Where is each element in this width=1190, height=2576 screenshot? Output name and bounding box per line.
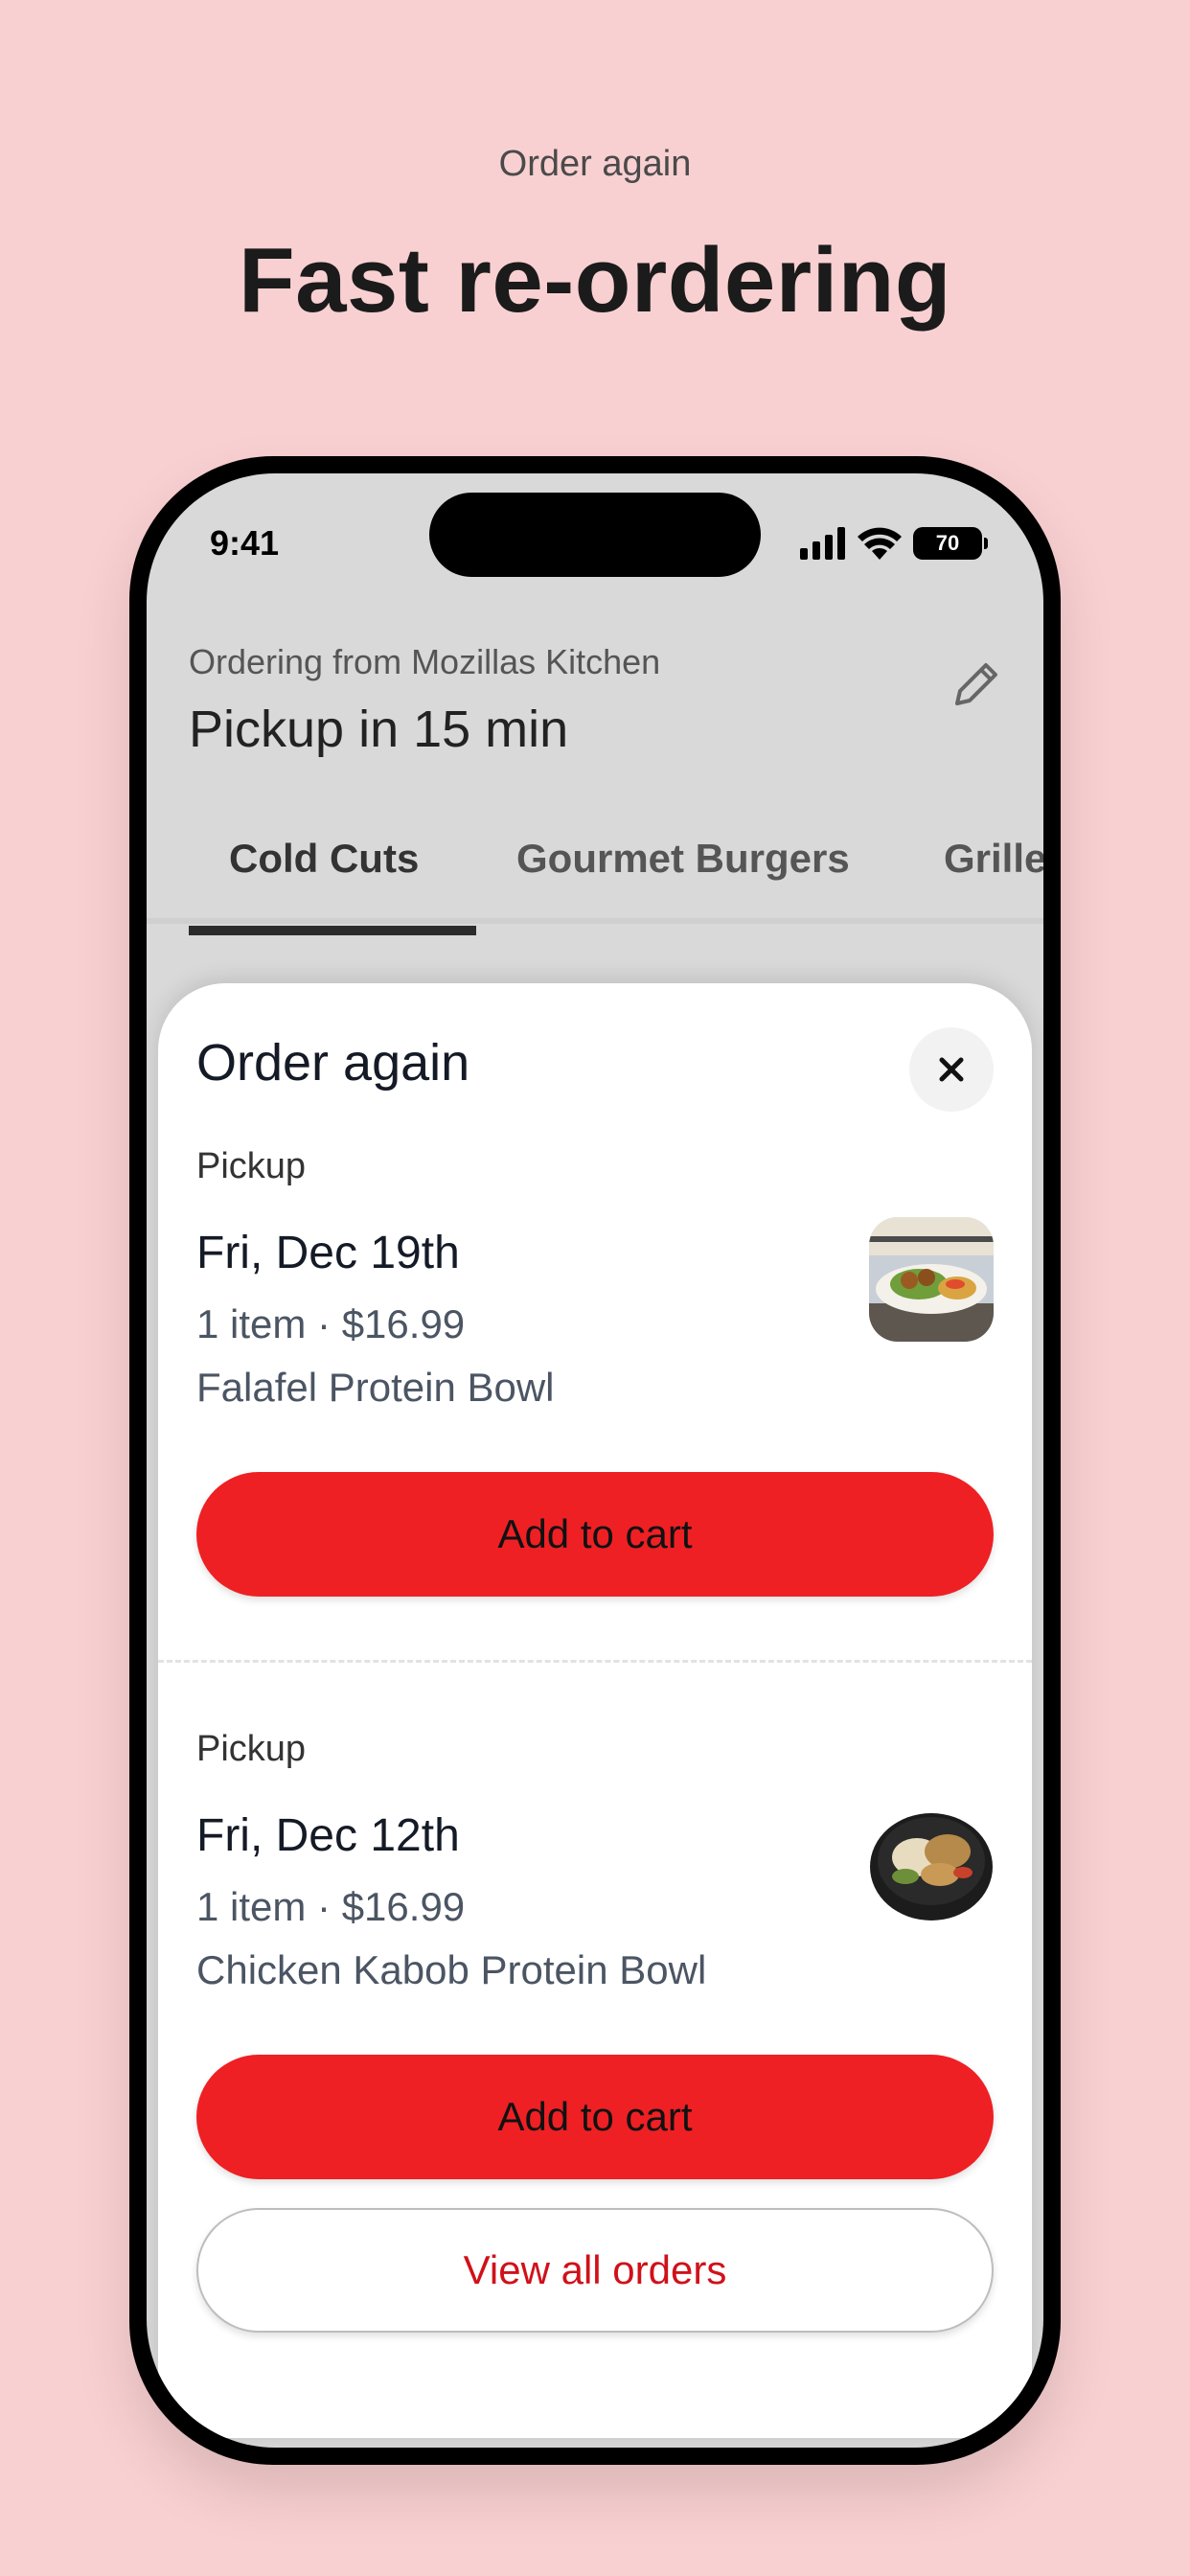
close-icon bbox=[939, 1057, 964, 1082]
wifi-icon bbox=[858, 527, 902, 560]
status-icons: 70 bbox=[800, 527, 988, 560]
phone-screen: 9:41 70 Ordering from Mozillas Kitchen P… bbox=[147, 473, 1043, 2448]
add-to-cart-button[interactable]: Add to cart bbox=[196, 2055, 994, 2179]
chicken-kabob-bowl-image bbox=[869, 1800, 994, 1924]
order-divider bbox=[158, 1660, 1032, 1663]
order-date: Fri, Dec 19th bbox=[196, 1228, 460, 1278]
order-type: Pickup bbox=[196, 1146, 307, 1186]
order-item-name: Chicken Kabob Protein Bowl bbox=[196, 1947, 707, 1992]
order-date: Fri, Dec 12th bbox=[196, 1810, 460, 1861]
falafel-bowl-image bbox=[869, 1217, 994, 1342]
tab-grille[interactable]: Grille bbox=[944, 799, 1043, 918]
active-tab-indicator bbox=[189, 926, 476, 935]
category-tabs: Cold Cuts Gourmet Burgers Grille bbox=[147, 799, 1043, 924]
view-all-orders-button[interactable]: View all orders bbox=[196, 2208, 994, 2333]
pencil-icon[interactable] bbox=[946, 654, 1007, 715]
tab-gourmet-burgers[interactable]: Gourmet Burgers bbox=[516, 799, 850, 918]
dynamic-island bbox=[429, 493, 761, 577]
phone-frame: 9:41 70 Ordering from Mozillas Kitchen P… bbox=[129, 456, 1061, 2465]
promo-title: Fast re-ordering bbox=[238, 229, 952, 332]
status-time: 9:41 bbox=[210, 523, 280, 563]
battery-icon: 70 bbox=[913, 527, 988, 560]
order-meta: 1 item · $16.99 bbox=[196, 1884, 466, 1929]
order-again-sheet: Order again Pickup Fri, Dec 19th 1 item … bbox=[158, 983, 1032, 2438]
header-subtitle: Ordering from Mozillas Kitchen bbox=[189, 642, 661, 681]
header-title[interactable]: Pickup in 15 min bbox=[189, 700, 568, 759]
close-button[interactable] bbox=[909, 1027, 994, 1112]
order-type: Pickup bbox=[196, 1729, 307, 1769]
sheet-title: Order again bbox=[196, 1034, 470, 1092]
order-meta: 1 item · $16.99 bbox=[196, 1301, 466, 1346]
promo-eyebrow: Order again bbox=[498, 144, 692, 184]
add-to-cart-button[interactable]: Add to cart bbox=[196, 1472, 994, 1597]
order-item-name: Falafel Protein Bowl bbox=[196, 1365, 555, 1410]
signal-icon bbox=[800, 527, 845, 560]
tab-cold-cuts[interactable]: Cold Cuts bbox=[229, 799, 419, 918]
